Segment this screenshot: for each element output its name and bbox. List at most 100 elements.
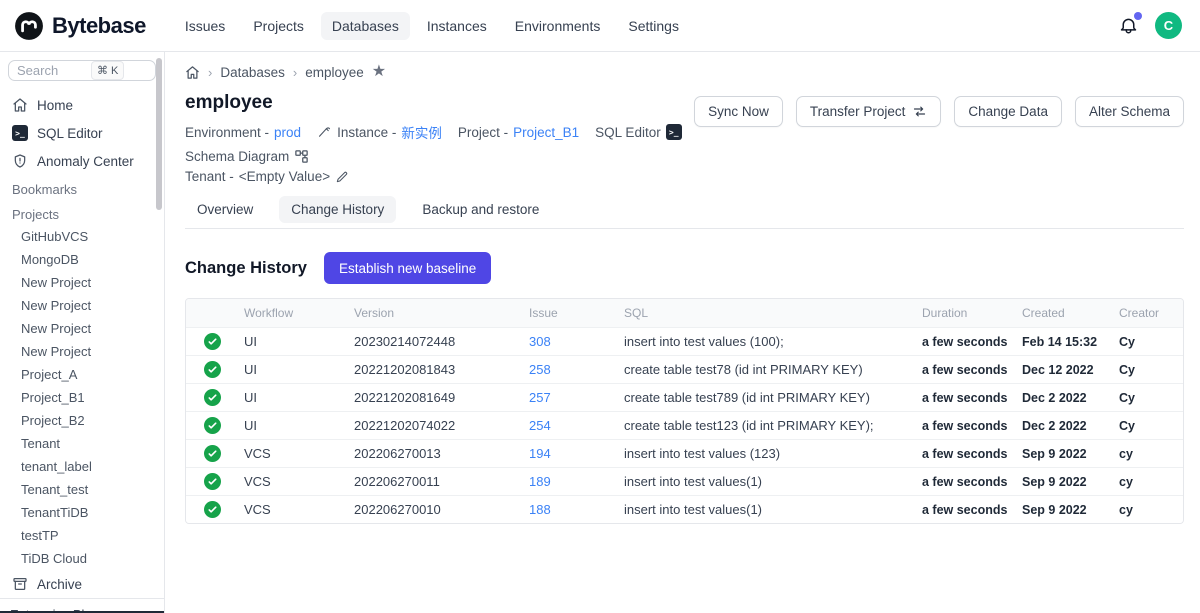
check-icon (204, 445, 221, 462)
sql-editor-icon: >_ (12, 125, 28, 141)
tab-bar: Overview Change History Backup and restore (185, 196, 1184, 229)
tab-overview[interactable]: Overview (185, 196, 265, 223)
avatar[interactable]: C (1155, 12, 1182, 39)
issue-cell[interactable]: 188 (523, 496, 618, 523)
sql-editor-label: SQL Editor (595, 125, 661, 140)
breadcrumb-employee[interactable]: employee (305, 65, 364, 80)
breadcrumb-databases[interactable]: Databases (220, 65, 285, 80)
nav-item-environments[interactable]: Environments (504, 12, 612, 40)
creator-cell: cy (1113, 469, 1183, 495)
sidebar-project-item[interactable]: New Project (0, 271, 164, 294)
pencil-icon[interactable] (335, 170, 349, 184)
sidebar-project-item[interactable]: New Project (0, 294, 164, 317)
nav-right: C (1118, 12, 1182, 39)
chevron-right-icon: › (208, 65, 212, 80)
main-content: › Databases › employee ★ employee Enviro… (165, 52, 1200, 613)
notification-bell-icon[interactable] (1118, 15, 1139, 36)
creator-cell: Cy (1113, 329, 1183, 355)
tab-change-history[interactable]: Change History (279, 196, 396, 223)
nav-item-projects[interactable]: Projects (242, 12, 315, 40)
sidebar-project-item[interactable]: tenant_label (0, 455, 164, 478)
sidebar-project-item[interactable]: New Project (0, 317, 164, 340)
issue-cell[interactable]: 257 (523, 384, 618, 411)
establish-baseline-button[interactable]: Establish new baseline (324, 252, 491, 284)
check-icon (204, 501, 221, 518)
sidebar-project-item[interactable]: Tenant_test (0, 478, 164, 501)
project-label: Project - (458, 125, 508, 140)
search-box[interactable]: ⌘ K (8, 60, 156, 81)
search-input[interactable] (17, 63, 87, 78)
change-history-header: Change History Establish new baseline (185, 252, 1184, 284)
sql-cell: create table test789 (id int PRIMARY KEY… (618, 384, 916, 411)
main-nav: IssuesProjectsDatabasesInstancesEnvironm… (174, 12, 690, 40)
change-data-button[interactable]: Change Data (954, 96, 1062, 127)
tab-backup-and-restore[interactable]: Backup and restore (410, 196, 551, 223)
tenant-meta: Tenant - <Empty Value> (185, 169, 694, 184)
brand-name: Bytebase (52, 13, 146, 39)
sidebar-item-home[interactable]: Home (0, 91, 164, 119)
top-nav: Bytebase IssuesProjectsDatabasesInstance… (0, 0, 1200, 52)
table-row: VCS202206270011189insert into test value… (186, 467, 1183, 495)
sidebar-item-sql-editor[interactable]: >_ SQL Editor (0, 119, 164, 147)
alter-schema-button[interactable]: Alter Schema (1075, 96, 1184, 127)
home-icon (12, 97, 28, 113)
sidebar-project-item[interactable]: TiDB Cloud (0, 547, 164, 570)
column-header: Creator (1113, 299, 1183, 327)
sidebar-project-item[interactable]: MongoDB (0, 248, 164, 271)
sidebar-project-item[interactable]: Tenant (0, 432, 164, 455)
duration-cell: a few seconds (916, 441, 1016, 467)
nav-item-settings[interactable]: Settings (617, 12, 690, 40)
bookmark-star-icon[interactable]: ★ (372, 64, 386, 80)
sql-cell: insert into test values (123) (618, 440, 916, 467)
duration-cell: a few seconds (916, 385, 1016, 411)
issue-cell[interactable]: 189 (523, 468, 618, 495)
issue-cell[interactable]: 194 (523, 440, 618, 467)
sidebar-item-archive[interactable]: Archive (0, 570, 164, 598)
created-cell: Sep 9 2022 (1016, 469, 1113, 495)
nav-item-issues[interactable]: Issues (174, 12, 236, 40)
sidebar-project-item[interactable]: Project_A (0, 363, 164, 386)
table-row: UI20221202081843258create table test78 (… (186, 355, 1183, 383)
issue-cell[interactable]: 258 (523, 356, 618, 383)
issue-cell[interactable]: 254 (523, 412, 618, 439)
sidebar-project-item[interactable]: TenantTiDB (0, 501, 164, 524)
version-cell: 202206270013 (348, 440, 523, 467)
creator-cell: cy (1113, 497, 1183, 523)
check-icon (204, 417, 221, 434)
workflow-cell: UI (238, 328, 348, 355)
table-row: UI20221202081649257create table test789 … (186, 383, 1183, 411)
search-shortcut-kbd: ⌘ K (91, 61, 124, 80)
version-cell: 20221202081649 (348, 384, 523, 411)
duration-cell: a few seconds (916, 357, 1016, 383)
sql-editor-icon[interactable]: >_ (666, 124, 682, 140)
project-link[interactable]: Project_B1 (513, 125, 579, 140)
issue-cell[interactable]: 308 (523, 328, 618, 355)
schema-diagram-icon[interactable] (294, 149, 309, 164)
sidebar-project-item[interactable]: New Project (0, 340, 164, 363)
sidebar-project-item[interactable]: Project_B1 (0, 386, 164, 409)
sidebar-project-item[interactable]: Project_B2 (0, 409, 164, 432)
workflow-cell: VCS (238, 496, 348, 523)
environment-link[interactable]: prod (274, 125, 301, 140)
nav-item-databases[interactable]: Databases (321, 12, 410, 40)
nav-item-instances[interactable]: Instances (416, 12, 498, 40)
breadcrumb-home-icon[interactable] (185, 65, 200, 80)
status-cell (186, 356, 238, 383)
brand[interactable]: Bytebase (14, 11, 146, 41)
sidebar-project-item[interactable]: GitHubVCS (0, 225, 164, 248)
duration-cell: a few seconds (916, 329, 1016, 355)
sidebar-scrollbar[interactable] (156, 58, 162, 210)
breadcrumb: › Databases › employee ★ (185, 64, 1184, 80)
instance-link[interactable]: 新实例 (401, 122, 442, 142)
transfer-project-button[interactable]: Transfer Project (796, 96, 942, 127)
sync-now-button[interactable]: Sync Now (694, 96, 783, 127)
duration-cell: a few seconds (916, 497, 1016, 523)
sidebar-project-item[interactable]: testTP (0, 524, 164, 547)
page-header: employee Environment - prod Instance - 新… (185, 80, 1184, 184)
sidebar-item-label: SQL Editor (37, 126, 103, 141)
created-cell: Feb 14 15:32 (1016, 329, 1113, 355)
check-icon (204, 389, 221, 406)
sidebar-item-anomaly-center[interactable]: Anomaly Center (0, 147, 164, 175)
check-icon (204, 333, 221, 350)
creator-cell: Cy (1113, 413, 1183, 439)
